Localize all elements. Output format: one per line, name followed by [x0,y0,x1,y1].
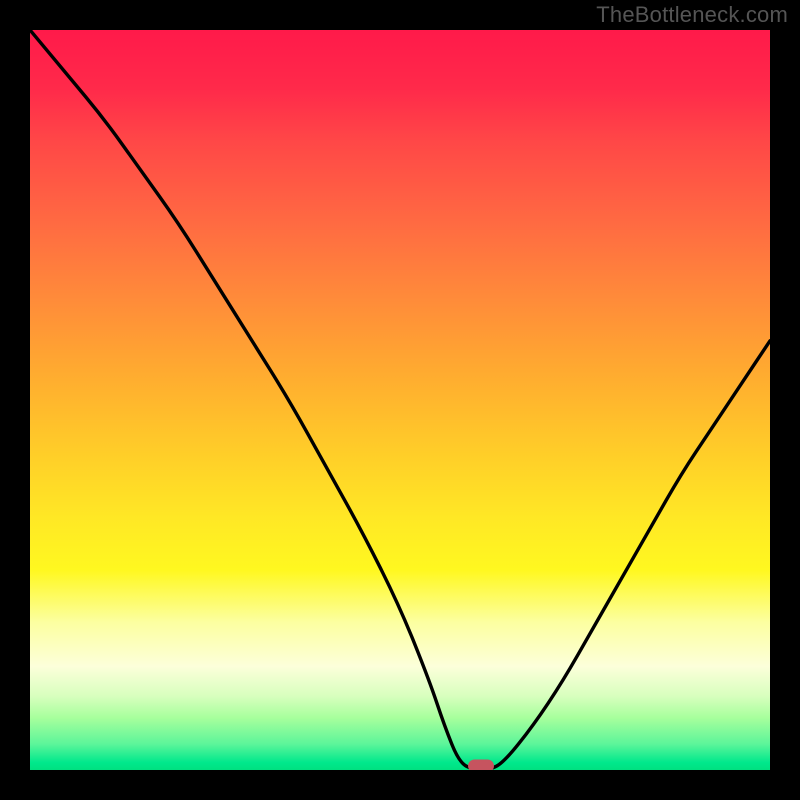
optimal-point-marker [468,760,494,771]
bottleneck-curve [30,30,770,770]
watermark-text: TheBottleneck.com [596,2,788,28]
plot-area [30,30,770,770]
chart-frame: TheBottleneck.com [0,0,800,800]
